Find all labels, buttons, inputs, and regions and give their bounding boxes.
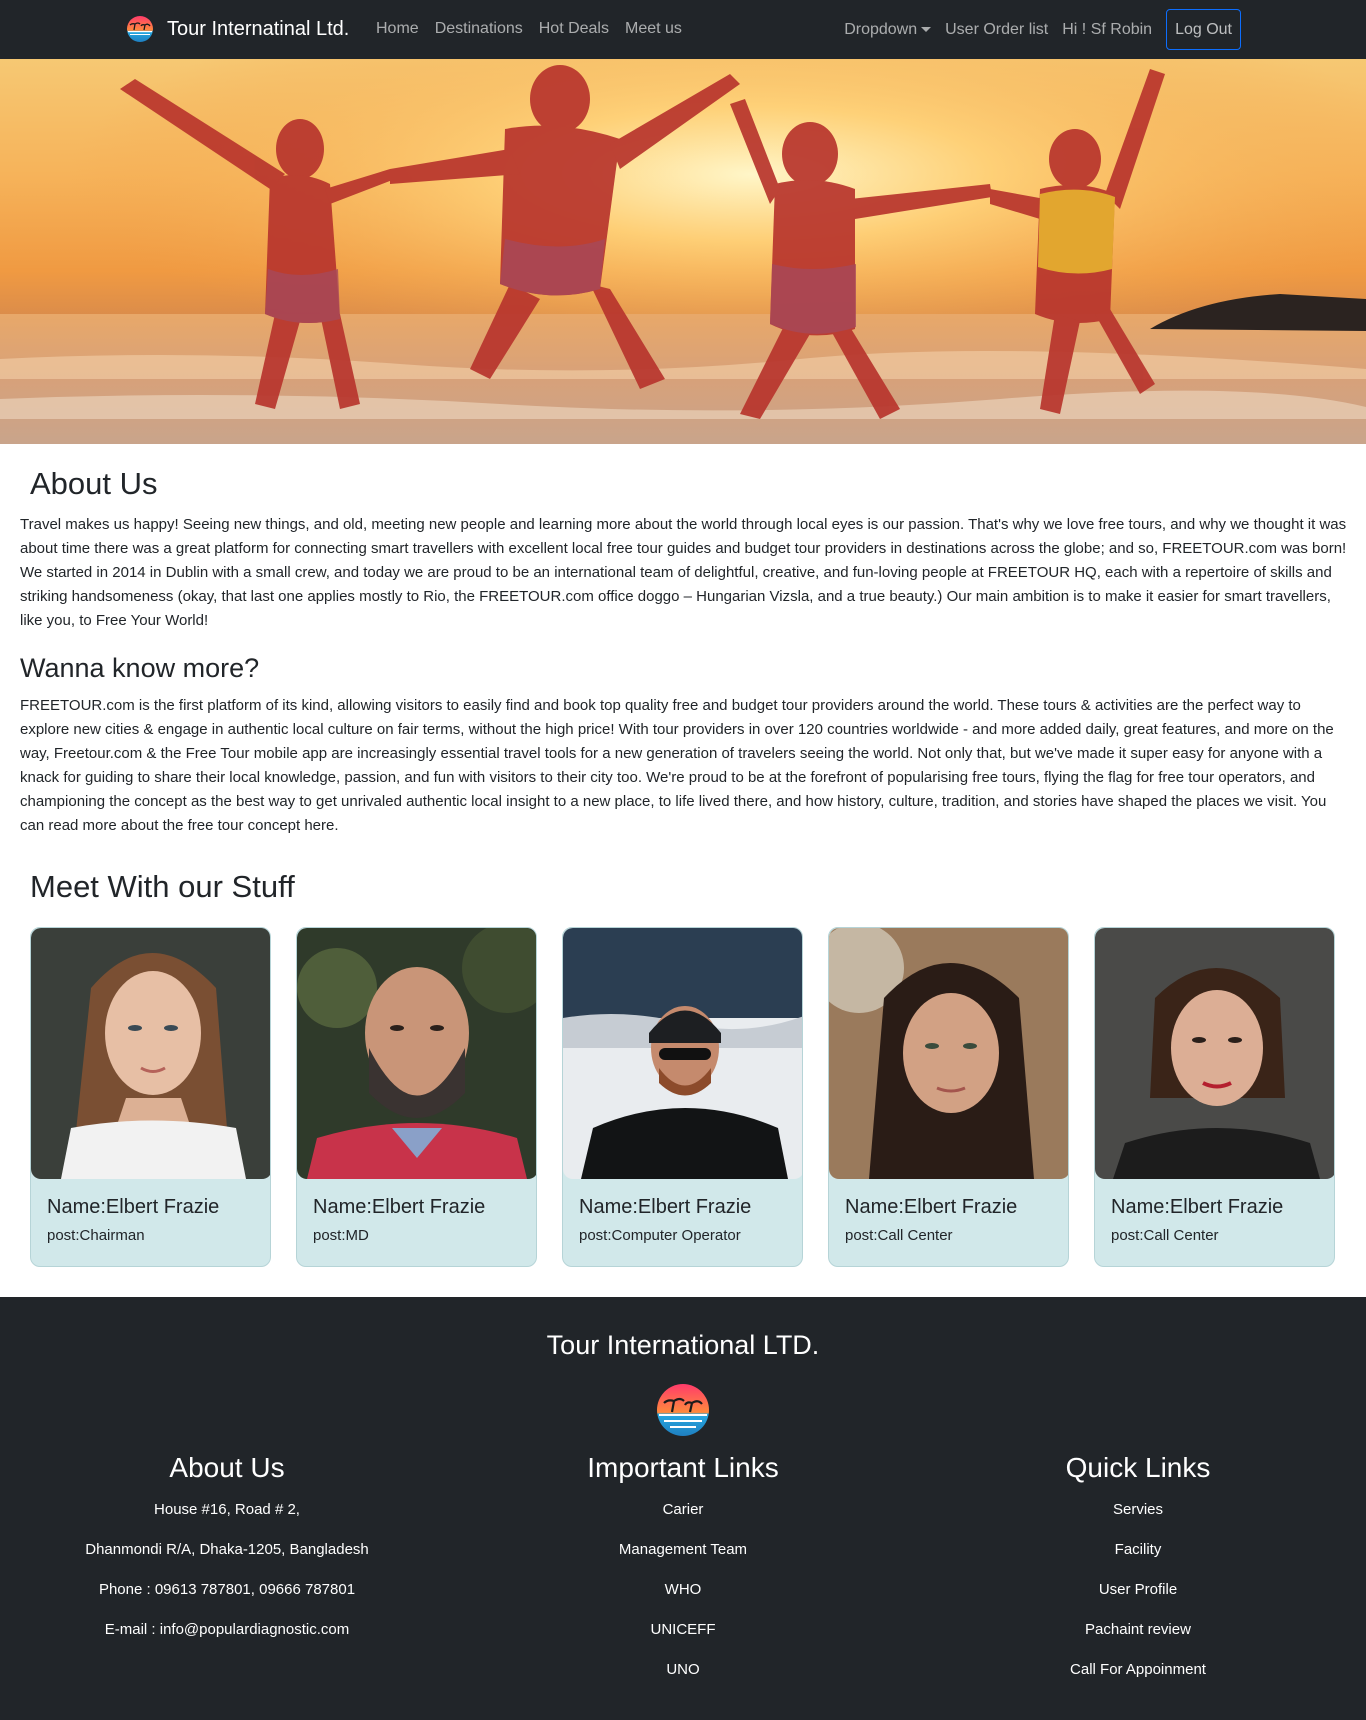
footer-important-links: Important Links Carier Management Team W… — [473, 1452, 893, 1690]
dropdown-toggle[interactable]: Dropdown — [844, 20, 932, 39]
staff-name: Name:Elbert Frazie — [47, 1196, 220, 1218]
brand[interactable]: Tour Internatinal Ltd. — [125, 14, 349, 44]
footer-email: E-mail : info@populardiagnostic.com — [104, 1621, 350, 1638]
staff-cards: Name:Elbert Frazie post:Chairman Name:El… — [30, 927, 1335, 1267]
footer-link-servies[interactable]: Servies — [928, 1490, 1348, 1530]
footer-link-who[interactable]: WHO — [473, 1570, 893, 1610]
footer-logo-icon — [657, 1384, 709, 1436]
footer-link-appoinment[interactable]: Call For Appoinment — [928, 1650, 1348, 1690]
more-title: Wanna know more? — [20, 653, 260, 683]
brand-logo-icon — [127, 16, 153, 42]
footer-title: Tour International LTD. — [546, 1330, 820, 1360]
nav-meet-us[interactable]: Meet us — [625, 20, 682, 38]
footer-important-title: Important Links — [587, 1452, 779, 1483]
nav-user-order-list[interactable]: User Order list — [945, 21, 1048, 39]
caret-down-icon — [921, 26, 932, 32]
staff-name: Name:Elbert Frazie — [313, 1196, 486, 1218]
staff-photo — [563, 928, 802, 1179]
staff-title: Meet With our Stuff — [30, 869, 295, 904]
staff-post: post:Call Center — [845, 1227, 953, 1244]
footer-phone: Phone : 09613 787801, 09666 787801 — [98, 1581, 356, 1598]
staff-photo — [829, 928, 1068, 1179]
staff-photo — [31, 928, 270, 1179]
brand-name: Tour Internatinal Ltd. — [167, 17, 350, 40]
more-text: FREETOUR.com is the first platform of it… — [20, 697, 1334, 834]
logout-button[interactable]: Log Out — [1166, 9, 1241, 50]
user-greeting: Hi ! Sf Robin — [1062, 20, 1153, 38]
hero-image — [0, 59, 1366, 444]
about-text: Travel makes us happy! Seeing new things… — [20, 516, 1347, 629]
dropdown-label: Dropdown — [844, 20, 918, 38]
staff-name: Name:Elbert Frazie — [579, 1196, 752, 1218]
footer-link-carier[interactable]: Carier — [473, 1490, 893, 1530]
user-nav: Dropdown User Order list Hi ! Sf Robin L… — [844, 9, 1241, 50]
footer-link-facility[interactable]: Facility — [928, 1530, 1348, 1570]
nav-home[interactable]: Home — [376, 20, 419, 38]
staff-photo — [1095, 928, 1334, 1179]
staff-post: post:Computer Operator — [579, 1227, 741, 1244]
hero-banner — [0, 59, 1366, 444]
footer: Tour International LTD. About Us House #… — [0, 1297, 1366, 1720]
footer-quick-links: Quick Links Servies Facility User Profil… — [928, 1452, 1348, 1690]
footer-link-user-profile[interactable]: User Profile — [928, 1570, 1348, 1610]
staff-card[interactable]: Name:Elbert Frazie post:MD — [296, 927, 537, 1267]
staff-card[interactable]: Name:Elbert Frazie post:Call Center — [828, 927, 1069, 1267]
staff-card[interactable]: Name:Elbert Frazie post:Chairman — [30, 927, 271, 1267]
footer-link-uno[interactable]: UNO — [473, 1650, 893, 1690]
staff-post: post:Chairman — [47, 1227, 145, 1244]
navbar: Tour Internatinal Ltd. Home Destinations… — [0, 0, 1366, 59]
footer-address-line: Dhanmondi R/A, Dhaka-1205, Bangladesh — [85, 1541, 369, 1558]
staff-name: Name:Elbert Frazie — [845, 1196, 1018, 1218]
staff-post: post:Call Center — [1111, 1227, 1219, 1244]
footer-quick-title: Quick Links — [1065, 1452, 1211, 1483]
staff-name: Name:Elbert Frazie — [1111, 1196, 1284, 1218]
staff-post: post:MD — [313, 1227, 369, 1244]
footer-link-uniceff[interactable]: UNICEFF — [473, 1610, 893, 1650]
footer-about-title: About Us — [169, 1452, 285, 1483]
footer-about: About Us House #16, Road # 2, Dhanmondi … — [17, 1452, 437, 1650]
nav-hot-deals[interactable]: Hot Deals — [539, 20, 609, 38]
footer-link-review[interactable]: Pachaint review — [928, 1610, 1348, 1650]
footer-link-management[interactable]: Management Team — [473, 1530, 893, 1570]
footer-address-line: House #16, Road # 2, — [154, 1501, 300, 1518]
about-title: About Us — [30, 466, 158, 501]
nav-destinations[interactable]: Destinations — [435, 20, 523, 38]
main-nav: Home Destinations Hot Deals Meet us — [376, 20, 682, 38]
staff-card[interactable]: Name:Elbert Frazie post:Call Center — [1094, 927, 1335, 1267]
staff-card[interactable]: Name:Elbert Frazie post:Computer Operato… — [562, 927, 803, 1267]
staff-photo — [297, 928, 536, 1179]
